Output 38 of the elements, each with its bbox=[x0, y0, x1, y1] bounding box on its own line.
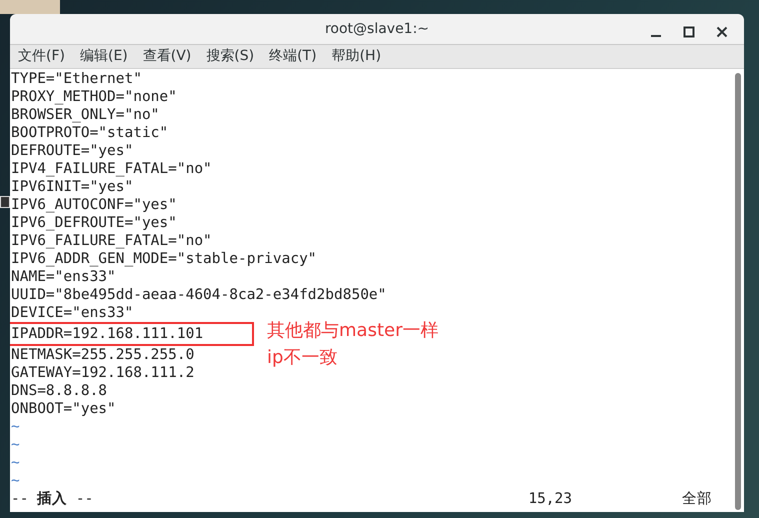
code-line: DNS=8.8.8.8 bbox=[11, 382, 108, 400]
code-line: DEVICE="ens33" bbox=[11, 304, 134, 322]
code-line: IPV6_DEFROUTE="yes" bbox=[11, 214, 177, 232]
code-line: TYPE="Ethernet" bbox=[11, 70, 142, 88]
empty-line-marker: ~ bbox=[11, 454, 20, 472]
scrollbar[interactable] bbox=[735, 73, 741, 510]
annotation-text: ip不一致 bbox=[267, 346, 338, 370]
maximize-icon[interactable] bbox=[683, 26, 695, 38]
empty-line-marker: ~ bbox=[11, 472, 20, 490]
mode-indicator: -- 插入 -- bbox=[11, 490, 94, 509]
empty-line-marker: ~ bbox=[11, 418, 20, 436]
menu-item[interactable]: 终端(T) bbox=[269, 47, 317, 66]
empty-line-marker: ~ bbox=[11, 436, 20, 454]
code-line: UUID="8be495dd-aeaa-4604-8ca2-e34fd2bd850e" bbox=[11, 286, 386, 304]
code-line: IPV6_ADDR_GEN_MODE="stable-privacy" bbox=[11, 250, 317, 268]
code-line: BROWSER_ONLY="no" bbox=[11, 106, 160, 124]
code-line: ONBOOT="yes" bbox=[11, 400, 116, 418]
menu-item[interactable]: 帮助(H) bbox=[332, 47, 382, 66]
code-line: DEFROUTE="yes" bbox=[11, 142, 134, 160]
cursor-position: 15,23 bbox=[528, 490, 572, 509]
code-line: BOOTPROTO="static" bbox=[11, 124, 168, 142]
code-line: IPV6_AUTOCONF="yes" bbox=[11, 196, 177, 214]
menu-item[interactable]: 搜索(S) bbox=[206, 47, 254, 66]
menu-item[interactable]: 文件(F) bbox=[18, 47, 65, 66]
code-line: IPV6INIT="yes" bbox=[11, 178, 134, 196]
close-icon[interactable] bbox=[716, 26, 728, 38]
code-line: IPV4_FAILURE_FATAL="no" bbox=[11, 160, 212, 178]
window-title: root@slave1:~ bbox=[324, 20, 430, 37]
code-line: IPV6_FAILURE_FATAL="no" bbox=[11, 232, 212, 250]
menu-item[interactable]: 编辑(E) bbox=[80, 47, 128, 66]
code-line: IPADDR=192.168.111.101 bbox=[11, 325, 204, 343]
code-line: NAME="ens33" bbox=[11, 268, 116, 286]
code-line: PROXY_METHOD="none" bbox=[11, 88, 177, 106]
code-line: NETMASK=255.255.255.0 bbox=[11, 346, 194, 364]
menu-item[interactable]: 查看(V) bbox=[142, 47, 192, 66]
annotation-text: 其他都与master一样 bbox=[267, 319, 438, 343]
code-line: GATEWAY=192.168.111.2 bbox=[11, 364, 194, 382]
scroll-position: 全部 bbox=[682, 490, 712, 509]
